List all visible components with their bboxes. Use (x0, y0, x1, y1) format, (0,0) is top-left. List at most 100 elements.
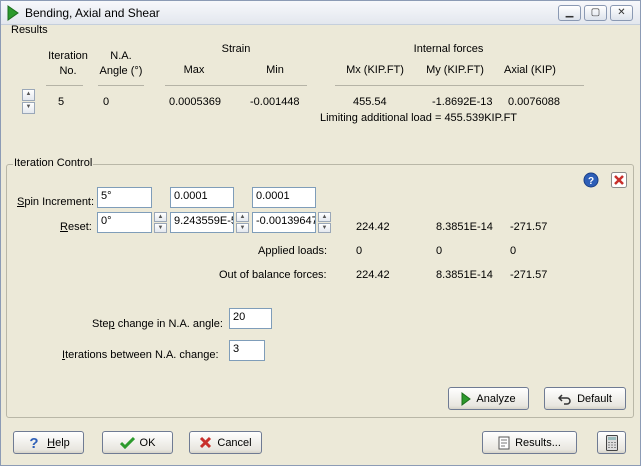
calculator-button[interactable] (597, 431, 626, 454)
minimize-icon: ▁ (565, 7, 574, 18)
applied-load-mx: 0 (356, 245, 363, 257)
out-of-balance-axial: -271.57 (510, 269, 548, 281)
out-of-balance-my: 8.3851E-14 (436, 269, 493, 281)
step-change-field[interactable]: 20 (229, 308, 272, 329)
out-of-balance-label: Out of balance forces: (219, 269, 327, 281)
header-na-angle-line1: N.A. (110, 50, 132, 62)
help-button[interactable]: ? Help (13, 431, 84, 454)
window-title: Bending, Axial and Shear (25, 6, 160, 20)
help-icon[interactable]: ? (583, 172, 599, 188)
scroll-up-button[interactable]: ▲ (22, 89, 35, 101)
spin-increment-label-text: pin Increment: (24, 196, 95, 208)
results-group-label: Results (11, 24, 48, 36)
cancel-x-icon (200, 436, 212, 449)
header-strain-max: Max (183, 64, 205, 76)
header-mx: Mx (KIP.FT) (346, 64, 404, 76)
ok-label: OK (139, 436, 156, 449)
header-iteration-line1: Iteration (48, 50, 88, 62)
cancel-label: Cancel (217, 436, 252, 449)
row-strain-min: -0.001448 (250, 96, 300, 108)
spin-up-button[interactable]: ▲ (154, 212, 167, 222)
reset-mnemonic: R (60, 221, 68, 233)
reset-min-spinner[interactable]: ▲ ▼ (318, 212, 331, 233)
row-na-angle: 0 (103, 96, 110, 108)
step-change-label-a: Ste (92, 318, 109, 330)
maximize-icon: ▢ (590, 7, 601, 18)
header-iteration-line2: No. (59, 65, 77, 77)
applied-loads-label: Applied loads: (258, 245, 328, 257)
iterations-between-label: Iterations between N.A. change: (62, 349, 219, 361)
reset-force-axial: -271.57 (510, 221, 548, 233)
header-strain: Strain (221, 43, 251, 55)
dialog-window: Bending, Axial and Shear ▁ ▢ ✕ Results I… (0, 0, 641, 466)
header-my: My (KIP.FT) (426, 64, 484, 76)
reset-max-field[interactable]: 9.243559E-5 (170, 212, 234, 233)
header-strain-min: Min (266, 64, 284, 76)
row-my: -1.8692E-13 (432, 96, 493, 108)
spin-up-button[interactable]: ▲ (236, 212, 249, 222)
results-scroll[interactable]: ▲ ▼ (22, 89, 35, 115)
iterations-between-label-text: terations between N.A. change: (65, 349, 219, 361)
header-axial: Axial (KIP) (504, 64, 556, 76)
row-mx: 455.54 (353, 96, 387, 108)
row-strain-max: 0.0005369 (169, 96, 221, 108)
divider (98, 85, 144, 86)
row-axial: 0.0076088 (508, 96, 560, 108)
reset-max-spinner[interactable]: ▲ ▼ (236, 212, 249, 233)
spin-down-button[interactable]: ▼ (154, 223, 167, 233)
close-icon: ✕ (617, 7, 626, 18)
help-question-icon: ? (30, 435, 39, 450)
step-change-label-b: change in N.A. angle: (114, 318, 223, 330)
default-label: Default (577, 392, 612, 405)
cancel-button[interactable]: Cancel (189, 431, 262, 454)
out-of-balance-mx: 224.42 (356, 269, 390, 281)
step-change-label: Step change in N.A. angle: (92, 318, 223, 330)
reset-label: Reset: (60, 221, 92, 233)
analyze-button[interactable]: Analyze (448, 387, 529, 410)
maximize-button[interactable]: ▢ (584, 5, 607, 21)
spin-down-button[interactable]: ▼ (318, 223, 331, 233)
app-play-icon (7, 5, 19, 21)
help-mnemonic: H (47, 436, 56, 449)
results-label: Results... (515, 436, 561, 449)
limiting-load-text: Limiting additional load = 455.539KIP.FT (320, 112, 518, 124)
analyze-label: Analyze (476, 392, 516, 405)
header-internal-forces: Internal forces (413, 43, 484, 55)
iterations-between-field[interactable]: 3 (229, 340, 265, 361)
spin-up-button[interactable]: ▲ (318, 212, 331, 222)
help-label-text: elp (55, 436, 70, 449)
header-iteration: Iteration No. (41, 49, 95, 79)
svg-text:?: ? (588, 176, 594, 187)
applied-load-axial: 0 (510, 245, 517, 257)
document-icon (498, 436, 510, 449)
reset-min-field[interactable]: -0.00139647 (252, 212, 316, 233)
divider (335, 85, 584, 86)
minimize-button[interactable]: ▁ (558, 5, 581, 21)
header-na-angle: N.A. Angle (°) (95, 49, 147, 79)
spin-increment-max-field[interactable]: 0.0001 (170, 187, 234, 208)
applied-load-my: 0 (436, 245, 443, 257)
results-button[interactable]: Results... (482, 431, 577, 454)
calculator-icon (605, 434, 618, 451)
default-button[interactable]: Default (544, 387, 626, 410)
svg-text:?: ? (30, 435, 39, 450)
row-iteration: 5 (58, 96, 65, 108)
checkmark-icon (119, 436, 135, 449)
reset-angle-field[interactable]: 0° (97, 212, 152, 233)
spin-increment-label: Spin Increment: (17, 196, 94, 208)
spin-down-button[interactable]: ▼ (236, 223, 249, 233)
scroll-down-button[interactable]: ▼ (22, 102, 35, 114)
close-window-button[interactable]: ✕ (610, 5, 633, 21)
header-na-angle-line2: Angle (°) (99, 65, 143, 77)
close-panel-icon[interactable] (611, 172, 627, 188)
reset-label-text: eset: (67, 221, 92, 233)
help-label: Help (47, 437, 70, 449)
spin-increment-angle-field[interactable]: 5° (97, 187, 152, 208)
spin-increment-min-field[interactable]: 0.0001 (252, 187, 316, 208)
play-icon (461, 391, 472, 406)
reset-angle-spinner[interactable]: ▲ ▼ (154, 212, 167, 233)
title-bar[interactable]: Bending, Axial and Shear ▁ ▢ ✕ (1, 1, 640, 25)
ok-button[interactable]: OK (102, 431, 173, 454)
undo-icon (558, 393, 571, 405)
divider (46, 85, 83, 86)
